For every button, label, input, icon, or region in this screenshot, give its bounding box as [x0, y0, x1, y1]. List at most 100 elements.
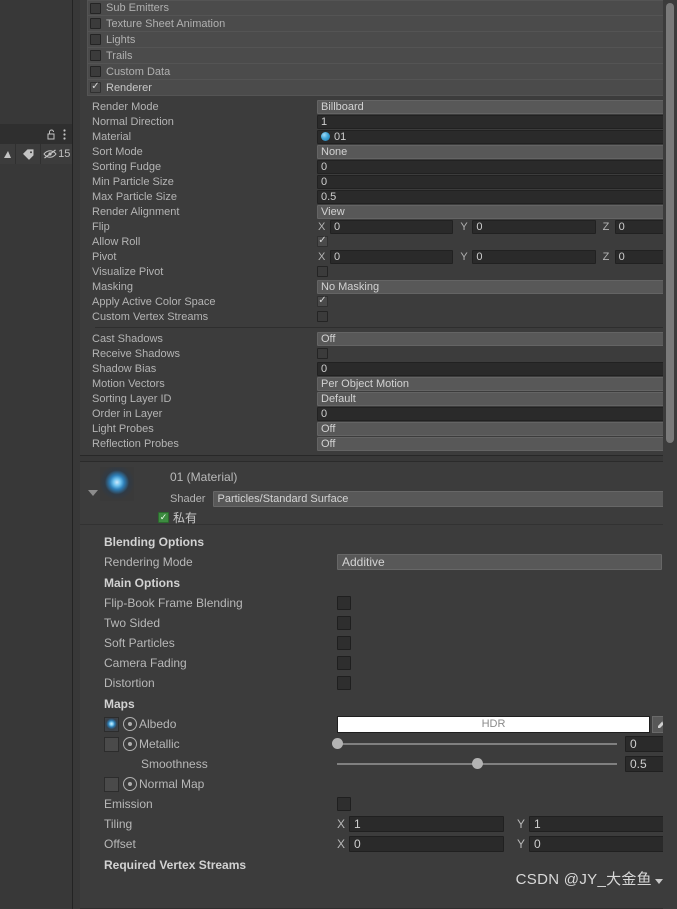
property-material: Material 01	[87, 129, 677, 144]
property-label: Allow Roll	[92, 235, 141, 248]
triangle-icon[interactable]	[0, 144, 16, 164]
module-checkbox[interactable]	[90, 66, 101, 77]
property-label: Flip	[92, 220, 110, 233]
sort-mode-dropdown[interactable]: None	[317, 144, 677, 159]
module-row-custom-data[interactable]: Custom Data	[87, 64, 677, 80]
normal-map-texture-swatch[interactable]	[104, 776, 119, 792]
smoothness-slider[interactable]	[337, 756, 617, 772]
property-label: Render Mode	[92, 100, 159, 113]
property-allow-roll: Allow Roll	[87, 234, 677, 249]
sorting-fudge-input[interactable]: 0	[317, 159, 677, 174]
apply-active-color-space-checkbox[interactable]	[317, 296, 328, 307]
shader-dropdown[interactable]: Particles/Standard Surface	[213, 491, 673, 507]
property-label: Apply Active Color Space	[92, 295, 216, 308]
property-label: Max Particle Size	[92, 190, 177, 203]
slider-knob[interactable]	[332, 738, 343, 749]
input-value: 0	[321, 407, 328, 420]
scrollbar-thumb[interactable]	[666, 3, 674, 443]
light-probes-dropdown[interactable]: Off	[317, 421, 677, 436]
visualize-pivot-checkbox[interactable]	[317, 266, 328, 277]
dropdown-value: None	[321, 145, 348, 158]
offset-x-input[interactable]: 0	[349, 836, 504, 852]
input-value: 0	[321, 175, 328, 188]
reflection-probes-dropdown[interactable]: Off	[317, 436, 677, 451]
two-sided-checkbox[interactable]	[337, 616, 351, 630]
tag-icon[interactable]	[16, 144, 42, 164]
input-value: 0	[534, 837, 541, 851]
property-label: Normal Map	[139, 777, 205, 791]
pivot-vector3: X 0 Y 0 Z 0	[317, 249, 677, 264]
tiling-x-input[interactable]: 1	[349, 816, 504, 832]
distortion-checkbox[interactable]	[337, 676, 351, 690]
renderer-properties: Render Mode Billboard Normal Direction 1…	[80, 96, 677, 455]
property-label: Pivot	[92, 250, 117, 263]
albedo-color-field[interactable]: HDR	[337, 715, 650, 733]
private-checkbox[interactable]	[158, 512, 169, 523]
allow-roll-checkbox[interactable]	[317, 236, 328, 247]
dropdown-value: Off	[321, 422, 336, 435]
property-label: Masking	[92, 280, 133, 293]
flip-x-input[interactable]: 0	[330, 219, 454, 234]
camera-fading-checkbox[interactable]	[337, 656, 351, 670]
metallic-texture-swatch[interactable]	[104, 736, 119, 752]
input-value: 1	[354, 817, 361, 831]
module-row-sub-emitters[interactable]: Sub Emitters	[87, 0, 677, 16]
property-receive-shadows: Receive Shadows	[87, 346, 677, 361]
offset-y-input[interactable]: 0	[529, 836, 677, 852]
metallic-toggle-icon[interactable]	[123, 737, 137, 751]
motion-vectors-dropdown[interactable]: Per Object Motion	[317, 376, 677, 391]
normal-direction-input[interactable]: 1	[317, 114, 677, 129]
receive-shadows-checkbox[interactable]	[317, 348, 328, 359]
module-checkbox[interactable]	[90, 18, 101, 29]
module-row-texture-sheet-animation[interactable]: Texture Sheet Animation	[87, 16, 677, 32]
module-checkbox[interactable]	[90, 34, 101, 45]
order-in-layer-input[interactable]: 0	[317, 406, 677, 421]
module-checkbox[interactable]	[90, 82, 101, 93]
module-row-lights[interactable]: Lights	[87, 32, 677, 48]
axis-label-y: Y	[460, 220, 468, 233]
flip-y-input[interactable]: 0	[472, 219, 596, 234]
property-sorting-fudge: Sorting Fudge 0	[87, 159, 677, 174]
sorting-layer-id-dropdown[interactable]: Default	[317, 391, 677, 406]
hidden-objects-counter[interactable]: 15	[41, 144, 72, 164]
module-row-renderer[interactable]: Renderer	[87, 80, 677, 96]
module-checkbox[interactable]	[90, 2, 101, 14]
max-particle-size-input[interactable]: 0.5	[317, 189, 677, 204]
property-label: Visualize Pivot	[92, 265, 164, 278]
module-checkbox[interactable]	[90, 50, 101, 61]
material-object-field[interactable]: 01	[317, 129, 677, 144]
property-flip-book-frame-blending: Flip-Book Frame Blending	[80, 593, 677, 613]
masking-dropdown[interactable]: No Masking	[317, 279, 677, 294]
dropdown-value: No Masking	[321, 280, 380, 293]
albedo-toggle-icon[interactable]	[123, 717, 137, 731]
input-value: 0	[321, 362, 328, 375]
property-label: Shadow Bias	[92, 362, 157, 375]
min-particle-size-input[interactable]: 0	[317, 174, 677, 189]
rendering-mode-dropdown[interactable]: Additive	[337, 554, 662, 570]
property-masking: Masking No Masking	[87, 279, 677, 294]
tiling-y-input[interactable]: 1	[529, 816, 677, 832]
custom-vertex-streams-checkbox[interactable]	[317, 311, 328, 322]
foldout-arrow-icon[interactable]	[88, 490, 98, 496]
render-mode-dropdown[interactable]: Billboard	[317, 99, 677, 114]
dropdown-value: Off	[321, 332, 336, 345]
pivot-y-input[interactable]: 0	[472, 249, 596, 264]
cast-shadows-dropdown[interactable]: Off	[317, 331, 677, 346]
module-row-trails[interactable]: Trails	[87, 48, 677, 64]
flip-book-frame-blending-checkbox[interactable]	[337, 596, 351, 610]
albedo-texture-swatch[interactable]	[104, 716, 119, 732]
slider-knob[interactable]	[472, 758, 483, 769]
pivot-x-input[interactable]: 0	[330, 249, 454, 264]
metallic-slider[interactable]	[332, 736, 617, 752]
shadow-bias-input[interactable]: 0	[317, 361, 677, 376]
main-options-header: Main Options	[104, 575, 180, 590]
lock-open-icon[interactable]	[47, 129, 56, 140]
soft-particles-checkbox[interactable]	[337, 636, 351, 650]
property-label: Emission	[104, 797, 153, 811]
kebab-menu-icon[interactable]	[63, 128, 66, 140]
property-light-probes: Light Probes Off	[87, 421, 677, 436]
render-alignment-dropdown[interactable]: View	[317, 204, 677, 219]
emission-checkbox[interactable]	[337, 797, 351, 811]
normal-map-toggle-icon[interactable]	[123, 777, 137, 791]
vertical-scrollbar[interactable]	[663, 0, 677, 909]
